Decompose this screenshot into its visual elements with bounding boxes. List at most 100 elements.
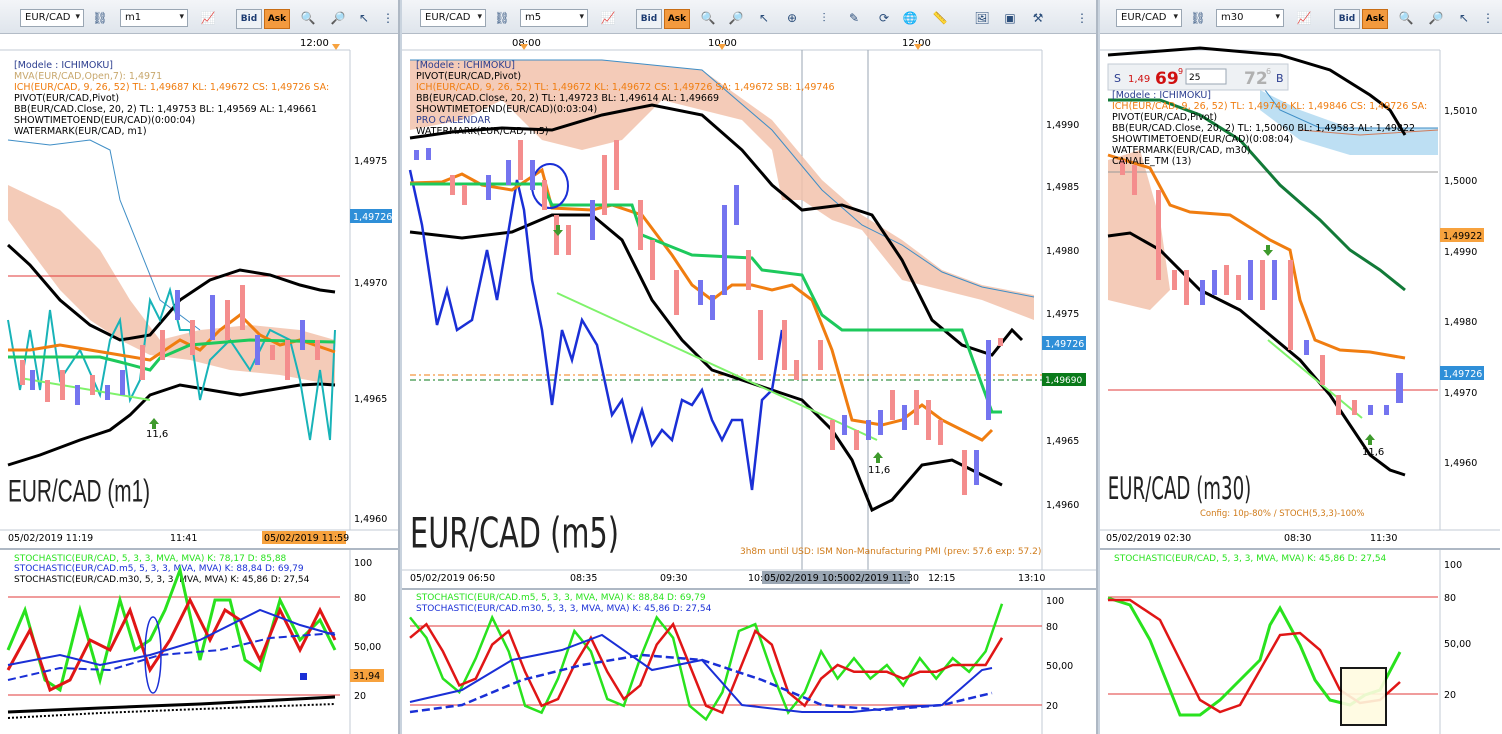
osc-tick: 100 [354, 558, 372, 569]
price-tag: 1,49726 [353, 212, 392, 223]
buy-price-pips[interactable]: 72 [1244, 69, 1268, 89]
price-tick: 1,4970 [1444, 388, 1477, 399]
time-label: 05/02/2019 11:19 [8, 533, 93, 544]
chart-panel-m5: EUR/CAD ▾ ⛓ m5 ▾ 📈 Bid Ask 🔍 🔎 ↖ ⊕ ⫶ ✎ ⟳ 🌐… [402, 0, 1098, 734]
price-tick: 1,5000 [1444, 176, 1477, 187]
kijun-line [410, 182, 1002, 414]
time-label: 08:35 [570, 573, 597, 584]
time-label: 10: [748, 573, 763, 584]
sell-price-big[interactable]: 1,49 [1128, 74, 1150, 85]
legend-line: [Modele : ICHIMOKU] [1112, 90, 1211, 101]
legend-line: [Modele : ICHIMOKU] [14, 60, 113, 71]
osc-tick: 100 [1444, 560, 1462, 571]
time-label: 11:30 [1370, 533, 1397, 544]
legend-line: ICH(EUR/CAD, 9, 26, 52) TL: 1,49687 KL: … [14, 82, 329, 93]
indicator-legend: [Modele : ICHIMOKU] MVA(EUR/CAD,Open,7):… [14, 60, 329, 137]
price-tick: 1,4965 [1046, 436, 1079, 447]
buy-side[interactable]: B [1276, 72, 1284, 85]
osc-blue [409, 633, 993, 713]
price-tick: 1,4975 [1046, 309, 1079, 320]
indicator-legend: [Modele : ICHIMOKU] ICH(EUR/CAD, 9, 26, … [1112, 90, 1427, 167]
config-text: Config: 10p-80% / STOCH(5,3,3)-100% [1200, 509, 1365, 519]
osc-tick: 100 [1046, 596, 1064, 607]
sell-price-pips[interactable]: 69 [1155, 69, 1179, 89]
price-tag2: 1,49690 [1045, 376, 1082, 386]
time-label: 09:30 [660, 573, 687, 584]
sell-side[interactable]: S [1114, 72, 1121, 85]
legend-line: WATERMARK(EUR/CAD, m1) [14, 126, 147, 137]
chart-area-m5[interactable]: 08:00 10:00 12:00 11,6 [Modele: ICHIMOK… [402, 0, 1098, 734]
time-highlight: 05/02/2019 11:59 [264, 533, 349, 544]
top-time-label: 12:00 [300, 38, 329, 49]
watermark: EUR/CAD (m1) [8, 473, 150, 508]
arrow-up-marker-icon [873, 452, 883, 463]
osc-black [7, 695, 336, 714]
osc-legend-line: STOCHASTIC(EUR/CAD.m5, 5, 3, 3, MVA, MVA… [14, 564, 304, 574]
time-highlight: 05/02/2019 10:5002/2019 11:30 [764, 573, 919, 584]
price-tick: 1,4960 [1046, 500, 1079, 511]
price-tick: 1,4960 [1444, 458, 1477, 469]
legend-line: BB(EUR/CAD.Close, 20, 2) TL: 1,49753 BL:… [14, 104, 317, 115]
time-label: 13:10 [1018, 573, 1045, 584]
price-tag: 1,49726 [1045, 339, 1084, 350]
osc-legend-line: STOCHASTIC(EUR/CAD.m30, 5, 3, 3, MVA, MV… [416, 604, 712, 614]
bollinger-upper [409, 103, 1024, 357]
legend-line: SHOWTIMETOEND(EUR/CAD)(0:08:04) [1112, 134, 1293, 145]
osc-tick: 50,00 [354, 642, 381, 653]
time-label: 08:30 [1284, 533, 1311, 544]
highlight-box [1340, 667, 1387, 726]
price-tick: 1,5010 [1444, 106, 1477, 117]
legend-line: CANALE_TM (13) [1112, 156, 1191, 167]
legend-line: ICH(EUR/CAD, 9, 26, 52) TL: 1,49746 KL: … [1112, 101, 1427, 112]
osc-tick: 50,00 [1046, 661, 1073, 672]
legend-line: PIVOT(EUR/CAD,Pivot) [1112, 112, 1217, 123]
candles-m5 [414, 140, 1003, 495]
marker-label: 11,6 [146, 429, 168, 440]
price-tag: 1,49726 [1443, 369, 1482, 380]
legend-line: WATERMARK(EUR/CAD, m30) [1112, 145, 1251, 156]
price-tick: 1,4975 [354, 156, 387, 167]
watermark: EUR/CAD (m5) [410, 510, 619, 558]
time-label: 05/02/2019 02:30 [1106, 533, 1191, 544]
osc-tick: 50,00 [1444, 639, 1471, 650]
osc-tick: 20 [1444, 690, 1456, 701]
arrow-down-marker-icon [1263, 245, 1273, 256]
price-tick: 1,4990 [1046, 120, 1079, 131]
osc-legend-line: STOCHASTIC(EUR/CAD, 5, 3, 3, MVA, MVA) K… [1114, 554, 1387, 564]
price-tick: 1,4970 [354, 278, 387, 289]
price-tick: 1,4990 [1444, 247, 1477, 258]
osc-tick: 80 [1046, 622, 1058, 633]
square-marker-icon [300, 673, 307, 680]
osc-tick: 20 [354, 691, 366, 702]
legend-line: MVA(EUR/CAD,Open,7): 1,4971 [14, 71, 162, 82]
watermark: EUR/CAD (m30) [1108, 471, 1252, 508]
osc-tick: 80 [1444, 593, 1456, 604]
legend-line: ICH(EUR/CAD, 9, 26, 52) TL: 1,49672 KL: … [416, 82, 835, 93]
osc-tick: 80 [354, 593, 366, 604]
osc-tag: 31,94 [353, 671, 380, 682]
osc-legend-line: STOCHASTIC(EUR/CAD.m5, 5, 3, 3, MVA, MVA… [416, 593, 706, 603]
buy-price-sup: 6 [1266, 67, 1271, 76]
chart-area-m30[interactable]: 11,6 S 1,49 69 9 25 72 6 B [Modele : ICH… [1100, 0, 1502, 734]
chart-panel-m30: EUR/CAD ▾ ⛓ m30 ▾ 📈 Bid Ask 🔍 🔎 ↖ ⋮ 11,6… [1100, 0, 1502, 734]
osc-legend-line: STOCHASTIC(EUR/CAD.m30, 5, 3, 3, MVA, MV… [14, 575, 310, 585]
quantity-input[interactable]: 25 [1189, 73, 1200, 83]
trade-ticket[interactable]: S 1,49 69 9 25 72 6 B [1107, 63, 1289, 91]
legend-line: WATERMARK(EUR/CAD, m5) [416, 126, 549, 137]
legend-line: [Modele : ICHIMOKU] [416, 60, 515, 71]
legend-line: PIVOT(EUR/CAD,Pivot) [416, 71, 521, 82]
time-label: 05/02/2019 06:50 [410, 573, 495, 584]
legend-line: SHOWTIMETOEND(EUR/CAD)(0:00:04) [14, 115, 195, 126]
marker-label: 11,6 [1362, 447, 1384, 458]
arrow-up-marker-icon [149, 418, 159, 429]
marker-label: 11,6 [868, 465, 890, 476]
legend-line: BB(EUR/CAD.Close, 20, 2) TL: 1,50060 BL:… [1112, 123, 1415, 134]
price-tag2: 1,49922 [1443, 231, 1482, 242]
chart-area-m1[interactable]: 12:00 11,6 [Modele: ICHIMOKU] MVA(EUR/C… [0, 0, 400, 734]
top-time-label: 08:00 [512, 38, 541, 49]
legend-line: SHOWTIMETOEND(EUR/CAD)(0:03:04) [416, 104, 597, 115]
time-marker-icon [332, 44, 340, 50]
price-tick: 1,4960 [354, 514, 387, 525]
news-text: 3h8m until USD: ISM Non-Manufacturing PM… [740, 547, 1041, 557]
time-label: 12:15 [928, 573, 955, 584]
